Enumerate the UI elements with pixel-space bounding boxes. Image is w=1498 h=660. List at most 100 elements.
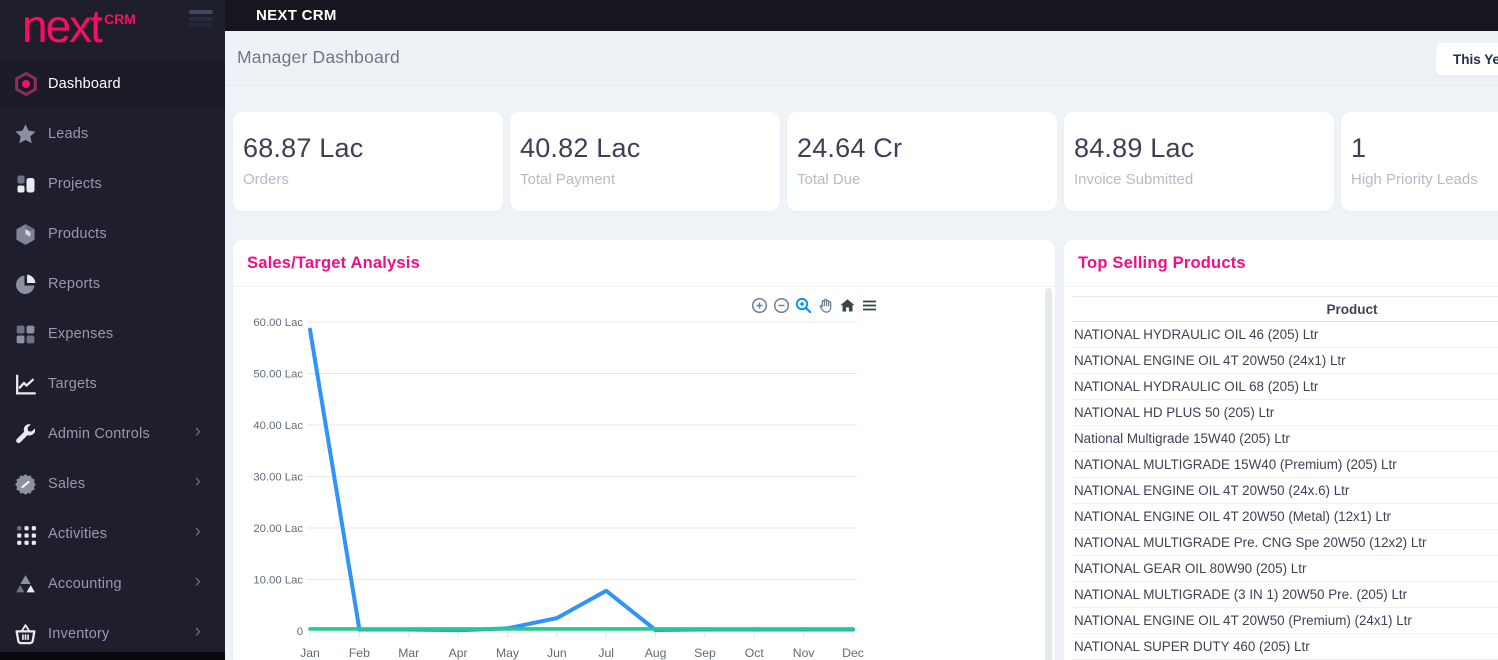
chevron-right-icon: › xyxy=(194,621,201,643)
sales-target-chart[interactable]: 60.00 Lac 50.00 Lac 40.00 Lac 30.00 Lac 20.0… xyxy=(233,310,873,660)
sales-target-panel-header: Sales/Target Analysis xyxy=(233,240,1055,287)
page-title: Manager Dashboard xyxy=(237,47,400,67)
x-axis-tick-label: Jan xyxy=(300,646,320,660)
table-row: NATIONAL MULTIGRADE 15W40 (Premium) (205… xyxy=(1072,451,1498,478)
product-name-cell: NATIONAL HYDRAULIC OIL 68 (205) Ltr xyxy=(1072,373,1498,400)
stat-value: 68.87 Lac xyxy=(243,133,364,163)
x-axis-tick-label: Oct xyxy=(745,646,765,660)
y-axis-tick-label: 30.00 Lac xyxy=(253,472,303,484)
y-axis-tick-label: 20.00 Lac xyxy=(253,523,303,535)
sidebar-item-label: Expenses xyxy=(48,326,114,342)
y-axis-tick-label: 40.00 Lac xyxy=(253,420,303,432)
stat-card-high-priority-leads: 1 High Priority Leads xyxy=(1341,112,1498,211)
sidebar-item-expenses[interactable]: Expenses xyxy=(0,309,225,359)
blocks-icon xyxy=(12,171,39,198)
sales-target-panel-title: Sales/Target Analysis xyxy=(247,253,420,272)
sidebar-item-label: Targets xyxy=(48,376,97,392)
chevron-right-icon: › xyxy=(194,471,201,493)
brand-logo-suffix: CRM xyxy=(103,10,136,27)
sidebar-item-leads[interactable]: Leads xyxy=(0,109,225,159)
sidebar-item-reports[interactable]: Reports xyxy=(0,259,225,309)
topbar: NEXT CRM xyxy=(225,0,1498,31)
stat-value: 24.64 Cr xyxy=(797,133,903,163)
triangles-icon xyxy=(12,571,39,598)
stat-card-invoice-submitted: 84.89 Lac Invoice Submitted xyxy=(1064,112,1334,211)
brand-logo-text: next xyxy=(22,0,103,52)
sidebar-item-label: Sales xyxy=(48,476,86,492)
product-column-header: Product xyxy=(1072,296,1498,322)
x-axis-tick-label: Jun xyxy=(547,646,567,660)
sidebar-item-accounting[interactable]: Accounting › xyxy=(0,559,225,609)
product-name-cell: National Multigrade 15W40 (205) Ltr xyxy=(1072,425,1498,452)
sidebar-item-label: Activities xyxy=(48,526,108,542)
product-name-cell: NATIONAL HYDRAULIC OIL 46 (205) Ltr xyxy=(1072,321,1498,348)
product-name-cell: NATIONAL MULTIGRADE 15W40 (Premium) (205… xyxy=(1072,451,1498,478)
star-icon xyxy=(12,121,39,148)
sidebar-item-label: Projects xyxy=(48,176,102,192)
sidebar-item-products[interactable]: Products xyxy=(0,209,225,259)
chart-panel-scrollbar[interactable] xyxy=(1045,288,1052,660)
x-axis-tick-label: Nov xyxy=(793,646,816,660)
y-axis-tick-label: 50.00 Lac xyxy=(253,369,303,381)
period-select-button[interactable]: This Year xyxy=(1435,42,1498,76)
x-axis-tick-label: Dec xyxy=(842,646,864,660)
x-axis-tick-label: Apr xyxy=(449,646,468,660)
table-row: NATIONAL MULTIGRADE Pre. CNG Spe 20W50 (… xyxy=(1072,529,1498,556)
stat-label: Total Payment xyxy=(520,171,616,188)
sidebar-item-projects[interactable]: Projects xyxy=(0,159,225,209)
x-axis-tick-label: May xyxy=(496,646,520,660)
product-name-cell: NATIONAL ENGINE OIL 4T 20W50 (24x.6) Ltr xyxy=(1072,477,1498,504)
y-axis-tick-label: 60.00 Lac xyxy=(253,317,303,329)
sidebar-item-dashboard[interactable]: Dashboard xyxy=(0,59,225,109)
table-row: NATIONAL GEAR OIL 80W90 (205) Ltr xyxy=(1072,555,1498,582)
product-name-cell: NATIONAL MULTIGRADE Pre. CNG Spe 20W50 (… xyxy=(1072,529,1498,556)
table-row: NATIONAL SUPER DUTY 460 (205) Ltr xyxy=(1072,633,1498,660)
dots-grid-icon xyxy=(12,521,39,548)
table-row: NATIONAL ENGINE OIL 4T 20W50 (24x1) Ltr xyxy=(1072,347,1498,374)
product-name-cell: NATIONAL ENGINE OIL 4T 20W50 (Premium) (… xyxy=(1072,607,1498,634)
sidebar-item-sales[interactable]: Sales › xyxy=(0,459,225,509)
sidebar-item-label: Reports xyxy=(48,276,101,292)
sidebar-item-label: Products xyxy=(48,226,107,242)
top-products-panel-header: Top Selling Products xyxy=(1064,240,1498,287)
sidebar-item-label: Leads xyxy=(48,126,89,142)
table-row: NATIONAL ENGINE OIL 4T 20W50 (24x.6) Ltr xyxy=(1072,477,1498,504)
wrench-icon xyxy=(12,421,39,448)
product-name-cell: NATIONAL GEAR OIL 80W90 (205) Ltr xyxy=(1072,555,1498,582)
x-axis-tick-label: Mar xyxy=(398,646,419,660)
sales-target-panel: Sales/Target Analysis 60.00 Lac 50.00 Lac… xyxy=(233,240,1055,660)
product-name-cell: NATIONAL ENGINE OIL 4T 20W50 (24x1) Ltr xyxy=(1072,347,1498,374)
sidebar-item-targets[interactable]: Targets xyxy=(0,359,225,409)
chart-line-icon xyxy=(12,371,39,398)
stat-label: Total Due xyxy=(797,171,861,188)
product-name-cell: NATIONAL ENGINE OIL 4T 20W50 (Metal) (12… xyxy=(1072,503,1498,530)
cube-icon xyxy=(12,221,39,248)
sidebar: next CRM Dashboard Leads Projects Products Re… xyxy=(0,0,225,660)
sidebar-item-activities[interactable]: Activities › xyxy=(0,509,225,559)
sidebar-toggle-icon[interactable] xyxy=(189,10,213,29)
basket-icon xyxy=(12,621,39,648)
stat-value: 84.89 Lac xyxy=(1074,133,1195,163)
stat-card-orders: 68.87 Lac Orders xyxy=(233,112,503,211)
table-row: NATIONAL MULTIGRADE (3 IN 1) 20W50 Pre. … xyxy=(1072,581,1498,608)
sidebar-item-label: Accounting xyxy=(48,576,122,592)
badge-icon xyxy=(12,471,39,498)
stat-label: High Priority Leads xyxy=(1351,171,1478,188)
series-line-sales xyxy=(308,327,855,633)
brand-logo: next CRM xyxy=(0,0,225,58)
table-row: NATIONAL HYDRAULIC OIL 68 (205) Ltr xyxy=(1072,373,1498,400)
sidebar-item-label: Inventory xyxy=(48,626,110,642)
page-header: Manager Dashboard This Year xyxy=(225,31,1498,86)
sidebar-menu: Dashboard Leads Projects Products Reports Exp… xyxy=(0,59,225,659)
product-name-cell: NATIONAL MULTIGRADE (3 IN 1) 20W50 Pre. … xyxy=(1072,581,1498,608)
product-name-cell: NATIONAL SUPER DUTY 460 (205) Ltr xyxy=(1072,633,1498,660)
pie-chart-icon xyxy=(12,271,39,298)
stat-card-total-payment: 40.82 Lac Total Payment xyxy=(510,112,780,211)
stat-value: 40.82 Lac xyxy=(520,133,641,163)
table-row: NATIONAL ENGINE OIL 4T 20W50 (Premium) (… xyxy=(1072,607,1498,634)
stat-label: Orders xyxy=(243,171,289,188)
sidebar-item-admin-controls[interactable]: Admin Controls › xyxy=(0,409,225,459)
top-products-panel-title: Top Selling Products xyxy=(1078,253,1246,272)
stat-label: Invoice Submitted xyxy=(1074,171,1194,188)
top-products-panel: Top Selling Products Product NATIONAL HY… xyxy=(1064,240,1498,660)
